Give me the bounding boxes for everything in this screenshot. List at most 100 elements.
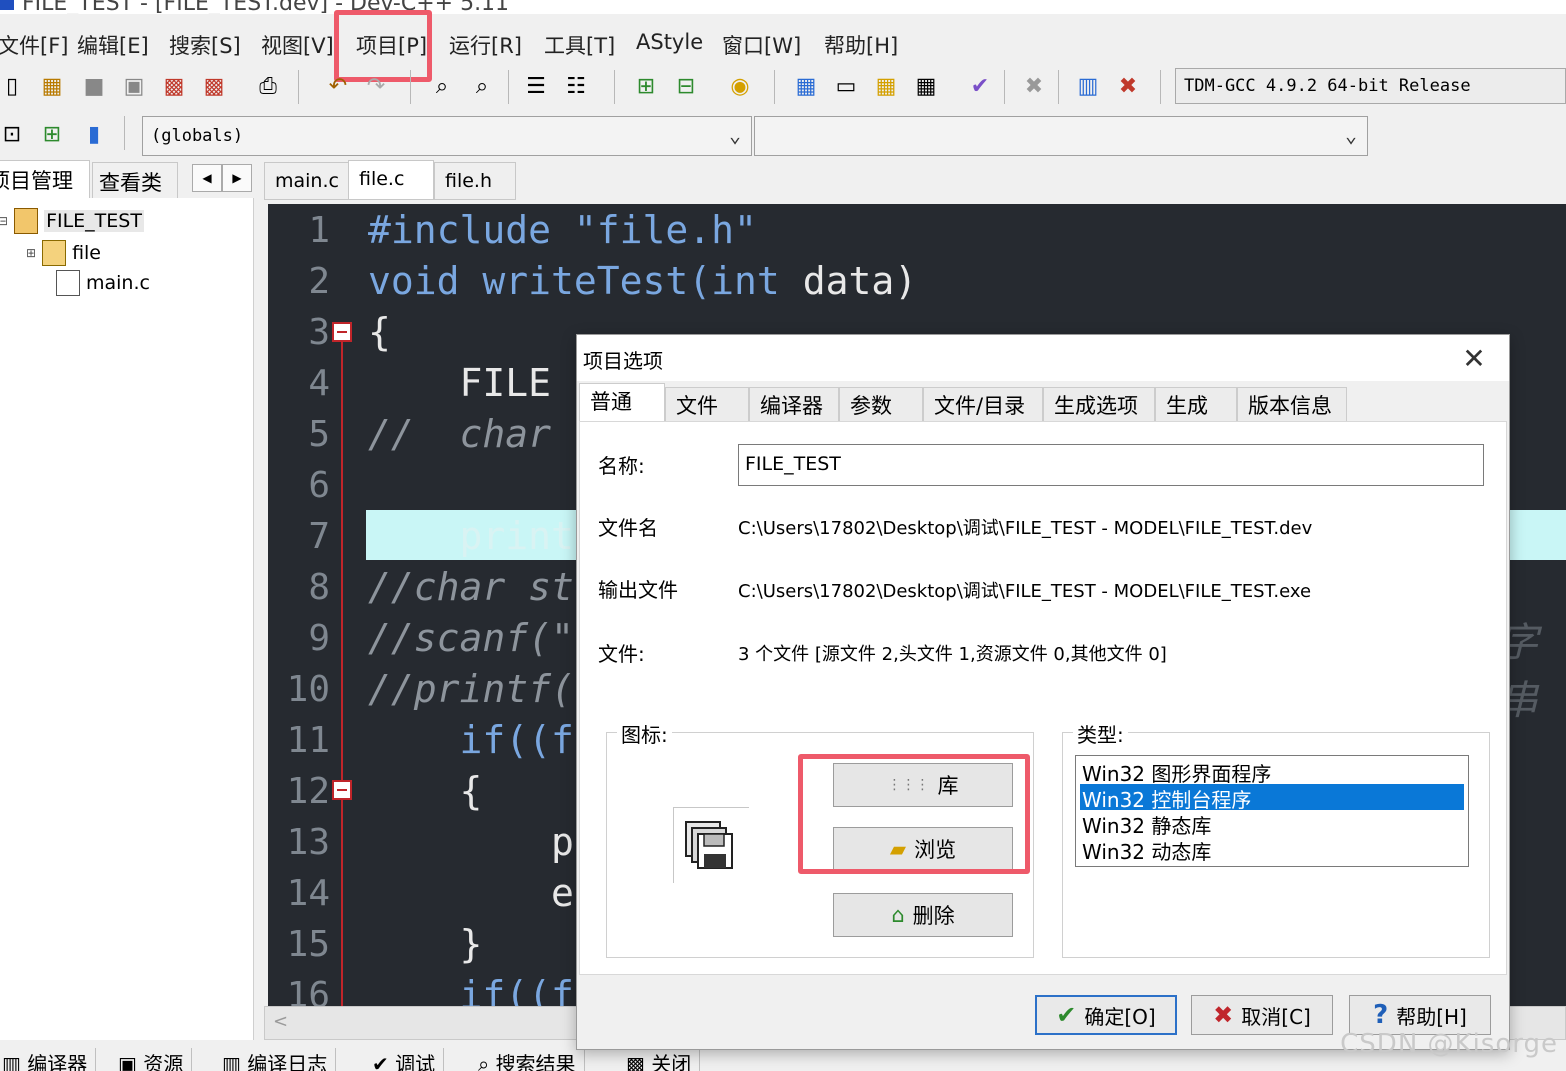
menu-edit[interactable]: 编辑[E] bbox=[77, 30, 149, 60]
indent-icon[interactable]: ☰ bbox=[520, 70, 552, 102]
member-combo[interactable]: ⌄ bbox=[754, 116, 1368, 156]
type-listbox[interactable]: Win32 图形界面程序 Win32 控制台程序 Win32 静态库 Win32… bbox=[1075, 755, 1469, 867]
profile-icon[interactable]: ▥ bbox=[1072, 70, 1104, 102]
tree-item-file[interactable]: main.c bbox=[46, 270, 150, 296]
dialog-title: 项目选项 bbox=[583, 349, 663, 373]
menu-help[interactable]: 帮助[H] bbox=[824, 30, 898, 60]
add-to-project-icon[interactable]: ⊞ bbox=[630, 70, 662, 102]
cancel-button[interactable]: ✖ 取消[C] bbox=[1191, 995, 1333, 1035]
compiler-select[interactable]: TDM-GCC 4.9.2 64-bit Release bbox=[1175, 68, 1566, 104]
project-options-icon[interactable]: ◉ bbox=[724, 70, 756, 102]
undo-icon[interactable]: ↶ bbox=[322, 70, 354, 102]
menu-astyle[interactable]: AStyle bbox=[636, 30, 703, 54]
run-icon[interactable]: ▭ bbox=[830, 70, 862, 102]
menu-file[interactable]: 文件[F] bbox=[0, 30, 68, 60]
tab-close[interactable]: ▩ 关闭 bbox=[618, 1048, 701, 1071]
list-item[interactable]: Win32 动态库 bbox=[1080, 836, 1464, 864]
output-file-label: 输出文件 bbox=[598, 578, 678, 602]
list-item-selected[interactable]: Win32 控制台程序 bbox=[1080, 784, 1464, 812]
line-number: 4 bbox=[308, 363, 330, 404]
left-panel-tabs: 项目管理 查看类 ◀ ▶ bbox=[0, 160, 256, 200]
tab-build[interactable]: 生成 bbox=[1155, 387, 1237, 421]
tree-item-project[interactable]: ⊟ FILE_TEST bbox=[0, 208, 144, 234]
line-number: 7 bbox=[308, 516, 330, 557]
tree-label: FILE_TEST bbox=[44, 210, 144, 232]
list-item[interactable]: Win32 图形界面程序 bbox=[1080, 758, 1464, 786]
delete-button[interactable]: ⌂ 删除 bbox=[833, 893, 1013, 937]
compile-icon[interactable]: ▦ bbox=[790, 70, 822, 102]
tab-file-h[interactable]: file.h bbox=[434, 162, 516, 200]
code-line: p bbox=[368, 820, 574, 864]
tab-compile-log[interactable]: ▥ 编译日志 bbox=[214, 1048, 337, 1071]
checkmark-icon: ✔ bbox=[1056, 1001, 1077, 1029]
tab-file-c[interactable]: file.c bbox=[348, 160, 434, 200]
close-all-icon[interactable]: ▩ bbox=[198, 70, 230, 102]
menu-view[interactable]: 视图[V] bbox=[261, 30, 334, 60]
line-number: 15 bbox=[286, 924, 330, 965]
close-icon[interactable]: ✕ bbox=[1457, 341, 1491, 375]
tab-classes[interactable]: 查看类 bbox=[92, 162, 178, 200]
tab-search-results[interactable]: ⌕ 搜索结果 bbox=[470, 1048, 585, 1071]
compile-run-icon[interactable]: ▦ bbox=[870, 70, 902, 102]
replace-icon[interactable]: ⌕ bbox=[466, 70, 498, 102]
bookmark-icon[interactable]: ▮ bbox=[78, 118, 110, 150]
find-icon[interactable]: ⌕ bbox=[426, 70, 458, 102]
fold-collapse-icon[interactable] bbox=[332, 322, 352, 342]
tab-compiler[interactable]: ▥ 编译器 bbox=[0, 1048, 97, 1071]
tree-item-folder[interactable]: ⊞ file bbox=[26, 240, 101, 266]
ok-button[interactable]: ✔ 确定[O] bbox=[1035, 995, 1177, 1035]
remove-from-project-icon[interactable]: ⊟ bbox=[670, 70, 702, 102]
menu-search[interactable]: 搜索[S] bbox=[169, 30, 241, 60]
tab-version-info[interactable]: 版本信息 bbox=[1237, 387, 1347, 421]
stop-icon[interactable]: ✖ bbox=[1018, 70, 1050, 102]
tab-debug[interactable]: ✔ 调试 bbox=[364, 1048, 445, 1071]
scope-combo[interactable]: (globals) ⌄ bbox=[142, 116, 752, 156]
scroll-left-icon[interactable]: < bbox=[273, 1011, 288, 1032]
goto-icon[interactable]: ⊡ bbox=[0, 118, 28, 150]
editor-tabs: main.c file.c file.h bbox=[264, 160, 1566, 200]
print-icon[interactable]: ⎙ bbox=[252, 70, 284, 102]
close-file-icon[interactable]: ▩ bbox=[158, 70, 190, 102]
line-number: 8 bbox=[308, 567, 330, 608]
fold-collapse-icon[interactable] bbox=[332, 780, 352, 800]
save-all-icon[interactable]: ▣ bbox=[118, 70, 150, 102]
tab-main-c[interactable]: main.c bbox=[264, 162, 350, 200]
filename-label: 文件名 bbox=[598, 516, 658, 540]
icon-group-title: 图标: bbox=[617, 719, 672, 748]
tab-files[interactable]: 文件 bbox=[665, 387, 749, 421]
tab-general[interactable]: 普通 bbox=[579, 383, 665, 423]
code-line: //printf( bbox=[368, 667, 574, 711]
tab-label: 调试 bbox=[395, 1052, 436, 1071]
tab-directories[interactable]: 文件/目录 bbox=[923, 387, 1043, 421]
code-token: data) bbox=[779, 259, 918, 303]
open-project-icon[interactable]: ▦ bbox=[36, 70, 68, 102]
add-icon[interactable]: ⊞ bbox=[36, 118, 68, 150]
delete-profile-icon[interactable]: ✖ bbox=[1112, 70, 1144, 102]
compiler-icon: ▥ bbox=[2, 1052, 28, 1071]
tab-compiler-opts[interactable]: 编译器 bbox=[749, 387, 839, 421]
tab-parameters[interactable]: 参数 bbox=[839, 387, 923, 421]
tab-project[interactable]: 项目管理 bbox=[0, 160, 90, 198]
close-icon: ▩ bbox=[626, 1052, 652, 1071]
tab-label: 编译器 bbox=[27, 1052, 88, 1071]
unindent-icon[interactable]: ☷ bbox=[560, 70, 592, 102]
code-line: } bbox=[368, 922, 483, 966]
code-line: //char st bbox=[368, 565, 574, 609]
tab-build-options[interactable]: 生成选项 bbox=[1043, 387, 1155, 421]
tab-label: 资源 bbox=[143, 1052, 184, 1071]
menu-window[interactable]: 窗口[W] bbox=[722, 30, 801, 60]
arrow-right-icon[interactable]: ▶ bbox=[222, 164, 252, 192]
arrow-left-icon[interactable]: ◀ bbox=[192, 164, 222, 192]
save-icon[interactable]: ■ bbox=[78, 70, 110, 102]
new-file-icon[interactable]: ▯ bbox=[0, 70, 28, 102]
redo-icon[interactable]: ↷ bbox=[360, 70, 392, 102]
tab-resources[interactable]: ▣ 资源 bbox=[110, 1048, 193, 1071]
list-item[interactable]: Win32 静态库 bbox=[1080, 810, 1464, 838]
line-number: 9 bbox=[308, 618, 330, 659]
rebuild-icon[interactable]: ▦ bbox=[910, 70, 942, 102]
check-syntax-icon[interactable]: ✔ bbox=[964, 70, 996, 102]
line-gutter: 1 2 3 4 5 6 7 8 9 10 11 12 13 14 15 16 bbox=[268, 204, 360, 1006]
menu-tools[interactable]: 工具[T] bbox=[544, 30, 615, 60]
menu-run[interactable]: 运行[R] bbox=[449, 30, 522, 60]
project-name-input[interactable]: FILE_TEST bbox=[738, 444, 1484, 486]
